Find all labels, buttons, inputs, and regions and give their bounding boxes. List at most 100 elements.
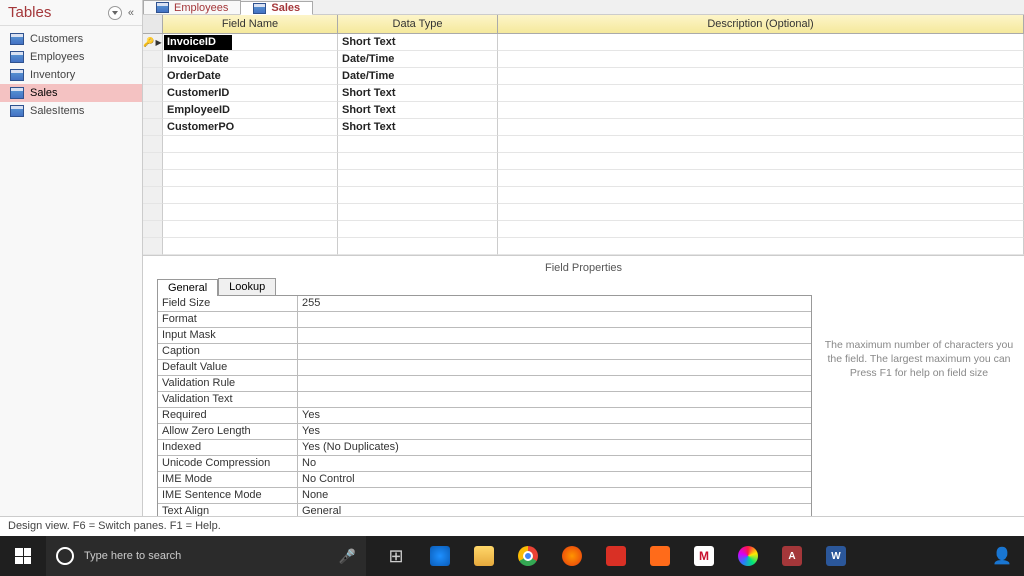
start-button[interactable]	[0, 536, 46, 576]
row-selector[interactable]	[143, 221, 163, 238]
nav-group-title[interactable]: Tables	[8, 4, 108, 21]
row-selector[interactable]	[143, 204, 163, 221]
field-name-cell[interactable]	[163, 136, 338, 153]
description-cell[interactable]	[498, 136, 1024, 153]
taskbar-app-red[interactable]	[594, 536, 638, 576]
taskbar-app-edge[interactable]	[418, 536, 462, 576]
description-cell[interactable]	[498, 119, 1024, 136]
description-cell[interactable]	[498, 170, 1024, 187]
field-name-cell[interactable]	[163, 153, 338, 170]
task-view-button[interactable]: ⊞	[374, 536, 418, 576]
property-label: Input Mask	[158, 328, 298, 343]
data-type-cell[interactable]	[338, 238, 498, 255]
col-header-description[interactable]: Description (Optional)	[498, 15, 1024, 34]
row-selector[interactable]	[143, 170, 163, 187]
row-selector[interactable]	[143, 136, 163, 153]
property-row: Caption	[158, 344, 811, 360]
property-value[interactable]: Yes	[298, 408, 811, 423]
field-name-cell[interactable]	[163, 238, 338, 255]
description-cell[interactable]	[498, 221, 1024, 238]
row-selector[interactable]	[143, 238, 163, 255]
data-type-cell[interactable]	[338, 170, 498, 187]
description-cell[interactable]	[498, 85, 1024, 102]
data-type-cell[interactable]	[338, 136, 498, 153]
sidebar-item-sales[interactable]: Sales	[0, 84, 142, 102]
taskbar-app-chrome[interactable]	[506, 536, 550, 576]
taskbar-app-word[interactable]: W	[814, 536, 858, 576]
description-cell[interactable]	[498, 238, 1024, 255]
description-cell[interactable]	[498, 204, 1024, 221]
taskbar-search[interactable]: Type here to search 🎤	[46, 536, 366, 576]
data-type-cell[interactable]	[338, 187, 498, 204]
row-selector-header[interactable]	[143, 15, 163, 34]
data-type-cell[interactable]: Short Text	[338, 119, 498, 136]
taskbar-app-mcafee[interactable]: M	[682, 536, 726, 576]
description-cell[interactable]	[498, 68, 1024, 85]
sidebar-item-customers[interactable]: Customers	[0, 30, 142, 48]
field-name-cell[interactable]	[163, 187, 338, 204]
taskbar-people[interactable]: 👤	[980, 536, 1024, 576]
description-cell[interactable]	[498, 34, 1024, 51]
row-selector[interactable]: 🔑▶	[143, 34, 163, 51]
taskbar-app-paint[interactable]	[726, 536, 770, 576]
row-selector[interactable]	[143, 119, 163, 136]
data-type-cell[interactable]: Date/Time	[338, 68, 498, 85]
data-type-cell[interactable]: Short Text	[338, 34, 498, 51]
tab-lookup[interactable]: Lookup	[218, 278, 276, 295]
col-header-field-name[interactable]: Field Name	[163, 15, 338, 34]
data-type-cell[interactable]	[338, 221, 498, 238]
field-name-cell[interactable]: OrderDate	[163, 68, 338, 85]
field-name-cell[interactable]: CustomerPO	[163, 119, 338, 136]
row-selector[interactable]	[143, 102, 163, 119]
property-value[interactable]: No Control	[298, 472, 811, 487]
col-header-data-type[interactable]: Data Type	[338, 15, 498, 34]
field-name-cell[interactable]: CustomerID	[163, 85, 338, 102]
data-type-cell[interactable]: Date/Time	[338, 51, 498, 68]
tab-general[interactable]: General	[157, 279, 218, 296]
taskbar-app-access[interactable]: A	[770, 536, 814, 576]
sidebar-item-employees[interactable]: Employees	[0, 48, 142, 66]
data-type-cell[interactable]	[338, 204, 498, 221]
data-type-cell[interactable]: Short Text	[338, 85, 498, 102]
field-name-input[interactable]	[164, 35, 232, 50]
property-value[interactable]	[298, 344, 811, 359]
property-value[interactable]	[298, 376, 811, 391]
data-type-cell[interactable]: Short Text	[338, 102, 498, 119]
field-name-cell[interactable]: InvoiceDate	[163, 51, 338, 68]
taskbar-app-explorer[interactable]	[462, 536, 506, 576]
property-value[interactable]	[298, 328, 811, 343]
row-selector[interactable]	[143, 51, 163, 68]
sidebar-item-salesitems[interactable]: SalesItems	[0, 102, 142, 120]
description-cell[interactable]	[498, 187, 1024, 204]
property-value[interactable]	[298, 392, 811, 407]
field-name-cell[interactable]	[163, 204, 338, 221]
sidebar-item-inventory[interactable]: Inventory	[0, 66, 142, 84]
property-value[interactable]: 255	[298, 296, 811, 311]
property-value[interactable]: Yes (No Duplicates)	[298, 440, 811, 455]
data-type-cell[interactable]	[338, 153, 498, 170]
field-name-cell[interactable]: EmployeeID	[163, 102, 338, 119]
row-selector[interactable]	[143, 85, 163, 102]
property-value[interactable]	[298, 312, 811, 327]
taskbar-app-firefox[interactable]	[550, 536, 594, 576]
tab-employees[interactable]: Employees	[143, 0, 241, 14]
current-row-icon: ▶	[156, 38, 162, 47]
field-name-cell[interactable]	[163, 34, 338, 51]
description-cell[interactable]	[498, 153, 1024, 170]
property-value[interactable]: No	[298, 456, 811, 471]
property-value[interactable]: Yes	[298, 424, 811, 439]
row-selector[interactable]	[143, 187, 163, 204]
property-value[interactable]	[298, 360, 811, 375]
taskbar-app-orange[interactable]	[638, 536, 682, 576]
nav-collapse-button[interactable]: «	[128, 7, 134, 19]
description-cell[interactable]	[498, 102, 1024, 119]
row-selector[interactable]	[143, 153, 163, 170]
field-name-cell[interactable]	[163, 170, 338, 187]
mic-icon[interactable]: 🎤	[339, 548, 356, 565]
field-name-cell[interactable]	[163, 221, 338, 238]
description-cell[interactable]	[498, 51, 1024, 68]
nav-filter-dropdown[interactable]	[108, 6, 122, 20]
tab-sales[interactable]: Sales	[240, 1, 313, 15]
row-selector[interactable]	[143, 68, 163, 85]
property-value[interactable]: None	[298, 488, 811, 503]
